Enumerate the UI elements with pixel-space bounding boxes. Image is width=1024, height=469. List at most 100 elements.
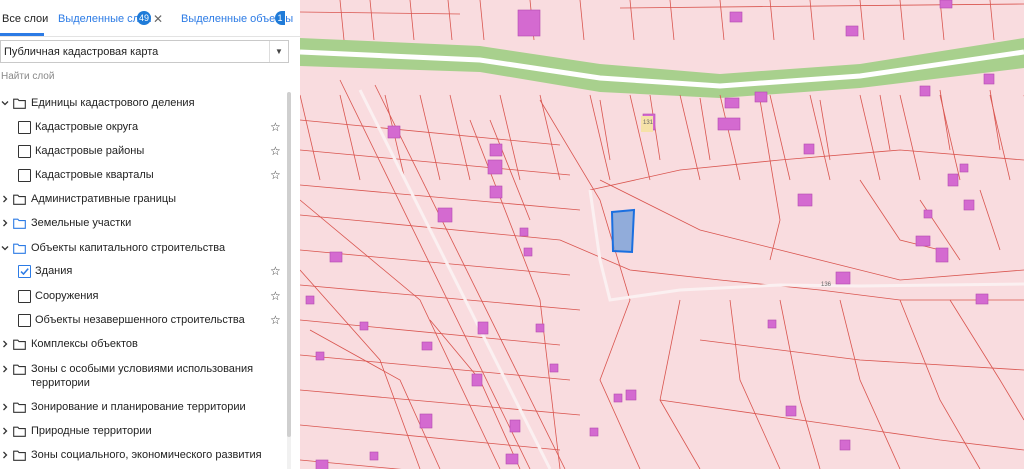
building-marker[interactable] [729, 11, 743, 23]
building-marker[interactable] [523, 247, 533, 257]
cadastral-map[interactable] [300, 0, 1024, 469]
building-marker[interactable] [724, 97, 740, 109]
building-marker[interactable] [935, 247, 949, 263]
building-marker[interactable] [767, 319, 777, 329]
selected-parcel[interactable] [610, 208, 636, 254]
chevron-right-icon[interactable] [1, 365, 9, 373]
layer-checkbox[interactable] [18, 314, 31, 327]
building-marker[interactable] [549, 363, 559, 373]
layer-item-row[interactable]: Здания ☆ [0, 262, 290, 284]
building-marker[interactable] [839, 439, 851, 451]
layer-item-row[interactable]: Кадастровые районы ☆ [0, 142, 290, 164]
basemap-select[interactable]: Публичная кадастровая карта ▼ [0, 40, 289, 63]
building-marker[interactable] [797, 193, 813, 207]
building-marker[interactable] [421, 341, 433, 351]
layer-item-label: Объекты незавершенного строительства [35, 314, 245, 326]
building-marker[interactable] [419, 413, 433, 429]
chevron-down-icon[interactable] [1, 99, 9, 107]
layer-group-row[interactable]: Земельные участки [0, 214, 290, 236]
building-marker[interactable] [963, 199, 975, 211]
layer-group-row[interactable]: Природные территории [0, 422, 290, 444]
chevron-right-icon[interactable] [1, 403, 9, 411]
layer-item-label: Кадастровые кварталы [35, 169, 154, 181]
building-marker[interactable] [489, 185, 503, 199]
layer-group-row[interactable]: Административные границы [0, 190, 290, 212]
building-marker[interactable] [305, 295, 315, 305]
building-marker[interactable] [785, 405, 797, 417]
folder-icon [13, 218, 26, 229]
building-marker[interactable] [939, 0, 953, 9]
building-marker[interactable] [315, 459, 329, 469]
building-marker[interactable] [919, 85, 931, 97]
building-marker[interactable] [625, 389, 637, 401]
building-marker[interactable] [487, 159, 503, 175]
map-canvas[interactable]: 131 136 [300, 0, 1024, 469]
layer-group-row[interactable]: Зоны социального, экономического развити… [0, 446, 290, 468]
building-marker[interactable] [754, 91, 768, 103]
building-marker[interactable] [803, 143, 815, 155]
favorite-star-icon[interactable]: ☆ [270, 142, 281, 160]
building-marker[interactable] [923, 209, 933, 219]
favorite-star-icon[interactable]: ☆ [270, 118, 281, 136]
divider [0, 36, 300, 37]
layer-item-row[interactable]: Кадастровые округа ☆ [0, 118, 290, 140]
building-marker[interactable] [835, 271, 851, 285]
building-marker[interactable] [613, 393, 623, 403]
building-marker[interactable] [845, 25, 859, 37]
favorite-star-icon[interactable]: ☆ [270, 311, 281, 329]
chevron-right-icon[interactable] [1, 340, 9, 348]
layer-group-row[interactable]: Зонирование и планирование территории [0, 398, 290, 420]
favorite-star-icon[interactable]: ☆ [270, 166, 281, 184]
layer-checkbox[interactable] [18, 290, 31, 303]
chevron-right-icon[interactable] [1, 195, 9, 203]
building-marker[interactable] [315, 351, 325, 361]
layer-checkbox[interactable] [18, 121, 31, 134]
building-marker[interactable] [915, 235, 931, 247]
building-marker[interactable] [329, 251, 343, 263]
layer-group-row[interactable]: Зоны с особыми условиями использования те… [0, 360, 290, 389]
scrollbar-thumb[interactable] [287, 92, 291, 437]
favorite-star-icon[interactable]: ☆ [270, 287, 281, 305]
building-marker[interactable] [975, 293, 989, 305]
folder-icon [13, 450, 26, 461]
chevron-right-icon[interactable] [1, 219, 9, 227]
selected-objects-count-badge: 1 [275, 11, 285, 25]
building-marker[interactable] [369, 451, 379, 461]
favorite-star-icon[interactable]: ☆ [270, 262, 281, 280]
layer-item-row[interactable]: Объекты незавершенного строительства ☆ [0, 311, 290, 333]
folder-icon [13, 339, 26, 350]
layer-group-row[interactable]: Комплексы объектов [0, 335, 290, 357]
chevron-down-icon[interactable]: ▼ [269, 41, 288, 62]
layer-item-row[interactable]: Сооружения ☆ [0, 287, 290, 309]
close-selected-layers-icon[interactable]: ✕ [153, 0, 163, 38]
building-marker[interactable] [437, 207, 453, 223]
building-marker[interactable] [947, 173, 959, 187]
building-marker[interactable] [717, 117, 741, 131]
layer-group-row[interactable]: Единицы кадастрового деления [0, 94, 290, 116]
chevron-down-icon[interactable] [1, 244, 9, 252]
parcel-number-label: 136 [821, 282, 832, 288]
building-marker[interactable] [477, 321, 489, 335]
building-marker[interactable] [535, 323, 545, 333]
layer-item-row[interactable]: Кадастровые кварталы ☆ [0, 166, 290, 188]
building-marker[interactable] [359, 321, 369, 331]
building-marker[interactable] [983, 73, 995, 85]
chevron-right-icon[interactable] [1, 451, 9, 459]
parcel-number-label: 131 [643, 120, 654, 126]
layer-checkbox[interactable] [18, 169, 31, 182]
building-marker[interactable] [517, 9, 541, 37]
chevron-right-icon[interactable] [1, 427, 9, 435]
layer-search-input[interactable] [0, 68, 290, 84]
layer-group-row[interactable]: Объекты капитального строительства [0, 239, 290, 261]
building-marker[interactable] [387, 125, 401, 139]
tab-all-layers[interactable]: Все слои [2, 0, 48, 36]
layer-checkbox[interactable] [18, 265, 31, 278]
building-marker[interactable] [509, 419, 521, 433]
building-marker[interactable] [489, 143, 503, 157]
layer-checkbox[interactable] [18, 145, 31, 158]
building-marker[interactable] [589, 427, 599, 437]
building-marker[interactable] [505, 453, 519, 465]
building-marker[interactable] [519, 227, 529, 237]
building-marker[interactable] [471, 373, 483, 387]
building-marker[interactable] [959, 163, 969, 173]
